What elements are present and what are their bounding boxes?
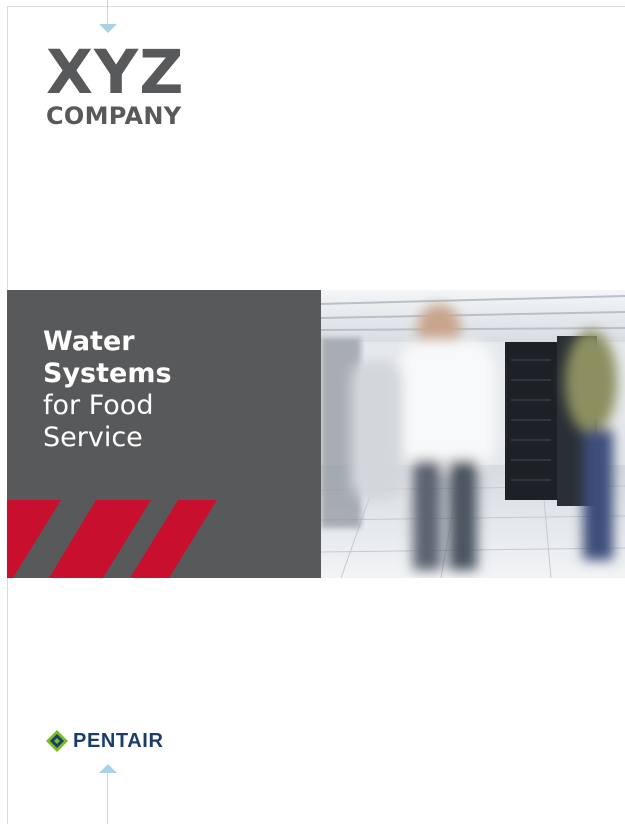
bottom-guide-line <box>107 772 108 824</box>
red-stripe-1 <box>7 500 61 578</box>
bottom-triangle-guide-icon <box>99 764 117 773</box>
company-logo-line2: COMPANY <box>46 102 182 130</box>
company-logo: XYZ COMPANY <box>46 37 185 130</box>
red-stripes-graphic <box>7 500 217 578</box>
page-top-edge <box>7 6 625 7</box>
top-guide-line <box>107 0 108 26</box>
pentair-wordmark: PENTAIR <box>73 730 164 752</box>
top-triangle-guide-icon <box>99 24 117 33</box>
company-logo-line1: XYZ <box>46 37 185 108</box>
data-center-corridor-photo <box>321 290 625 578</box>
pentair-diamond-icon <box>46 730 68 752</box>
red-stripe-2 <box>49 500 151 578</box>
cover-band: Water Systems for Food Service <box>7 290 625 578</box>
title-panel: Water Systems for Food Service <box>7 290 321 578</box>
brochure-cover: XYZ COMPANY Water Systems for Food Servi… <box>0 0 625 824</box>
